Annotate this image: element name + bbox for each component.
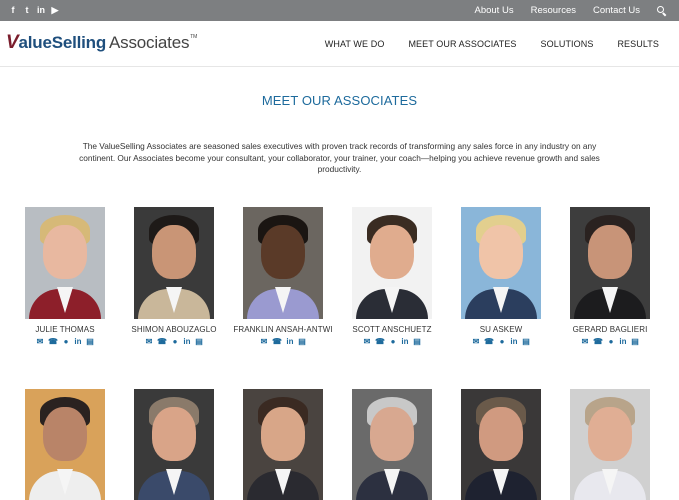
linkedin-icon[interactable]: in: [401, 337, 409, 346]
linkedin-icon[interactable]: in: [37, 4, 45, 16]
nav-solutions[interactable]: SOLUTIONS: [541, 39, 594, 49]
page-title: MEET OUR ASSOCIATES: [261, 93, 418, 108]
pdf-icon[interactable]: ▤: [298, 337, 306, 346]
linkedin-icon[interactable]: in: [183, 337, 191, 346]
linkedin-icon[interactable]: in: [286, 337, 294, 346]
resources-link[interactable]: Resources: [531, 5, 576, 16]
pdf-icon[interactable]: ▤: [86, 337, 94, 346]
social-links: f t in ▶: [9, 4, 59, 16]
contact-icons: ✉ ☎ ● in ▤: [114, 337, 234, 346]
phone-icon[interactable]: ☎: [272, 337, 282, 346]
site-header: ValueSelling Associates TM WHAT WE DO MEET…: [0, 21, 679, 67]
logo-associates: Associates: [109, 33, 190, 52]
phone-icon[interactable]: ☎: [375, 337, 385, 346]
associate-name: SCOTT ANSCHUETZ: [352, 325, 432, 334]
nav-results[interactable]: RESULTS: [617, 39, 659, 49]
contact-icons: ✉ ☎ ● in ▤: [550, 337, 670, 346]
associate-photo[interactable]: [352, 389, 432, 500]
associate-photo[interactable]: [25, 207, 105, 319]
about-us-link[interactable]: About Us: [475, 5, 514, 16]
contact-icons: ✉ ☎ ● in ▤: [441, 337, 561, 346]
associate-name: JULIE THOMAS: [35, 325, 95, 334]
associate-photo[interactable]: [134, 389, 214, 500]
globe-icon[interactable]: ●: [62, 337, 70, 346]
nav-meet-our-associates[interactable]: MEET OUR ASSOCIATES: [408, 39, 516, 49]
pdf-icon[interactable]: ▤: [413, 337, 421, 346]
phone-icon[interactable]: ☎: [48, 337, 58, 346]
associate-photo[interactable]: [461, 389, 541, 500]
associate-photo[interactable]: [243, 389, 323, 500]
pdf-icon[interactable]: ▤: [195, 337, 203, 346]
contact-icons: ✉ ☎ ● in ▤: [5, 337, 125, 346]
top-links: About Us Resources Contact Us: [475, 0, 679, 21]
nav-what-we-do[interactable]: WHAT WE DO: [325, 39, 385, 49]
contact-icons: ✉ ☎ in ▤: [223, 337, 343, 346]
email-icon[interactable]: ✉: [260, 337, 268, 346]
email-icon[interactable]: ✉: [363, 337, 371, 346]
associate-photo[interactable]: [461, 207, 541, 319]
youtube-icon[interactable]: ▶: [51, 4, 59, 16]
logo-valueselling: alueSelling: [18, 33, 107, 52]
pdf-icon[interactable]: ▤: [522, 337, 530, 346]
email-icon[interactable]: ✉: [472, 337, 480, 346]
linkedin-icon[interactable]: in: [510, 337, 518, 346]
associate-photo[interactable]: [25, 389, 105, 500]
globe-icon[interactable]: ●: [389, 337, 397, 346]
email-icon[interactable]: ✉: [145, 337, 153, 346]
email-icon[interactable]: ✉: [581, 337, 589, 346]
contact-icons: ✉ ☎ ● in ▤: [332, 337, 452, 346]
logo-trademark: TM: [190, 34, 198, 40]
linkedin-icon[interactable]: in: [74, 337, 82, 346]
associate-name: GERARD BAGLIERI: [572, 325, 648, 334]
twitter-icon[interactable]: t: [23, 4, 31, 16]
associate-photo[interactable]: [570, 207, 650, 319]
main-nav: WHAT WE DO MEET OUR ASSOCIATES SOLUTIONS…: [325, 21, 659, 67]
associate-photo[interactable]: [134, 207, 214, 319]
associate-photo[interactable]: [570, 389, 650, 500]
phone-icon[interactable]: ☎: [484, 337, 494, 346]
search-icon[interactable]: [657, 5, 667, 16]
facebook-icon[interactable]: f: [9, 4, 17, 16]
globe-icon[interactable]: ●: [498, 337, 506, 346]
phone-icon[interactable]: ☎: [593, 337, 603, 346]
logo-v: V: [6, 32, 19, 53]
valueselling-logo[interactable]: ValueSelling Associates TM: [6, 33, 197, 53]
associate-name: FRANKLIN ANSAH-ANTWI: [233, 325, 333, 334]
linkedin-icon[interactable]: in: [619, 337, 627, 346]
contact-us-link[interactable]: Contact Us: [593, 5, 640, 16]
pdf-icon[interactable]: ▤: [631, 337, 639, 346]
globe-icon[interactable]: ●: [171, 337, 179, 346]
associate-name: SHIMON ABOUZAGLO: [131, 325, 217, 334]
globe-icon[interactable]: ●: [607, 337, 615, 346]
top-utility-bar: f t in ▶ About Us Resources Contact Us: [0, 0, 679, 21]
associate-photo[interactable]: [243, 207, 323, 319]
phone-icon[interactable]: ☎: [157, 337, 167, 346]
email-icon[interactable]: ✉: [36, 337, 44, 346]
intro-paragraph: The ValueSelling Associates are seasoned…: [79, 141, 600, 174]
associate-photo[interactable]: [352, 207, 432, 319]
associate-name: SU ASKEW: [479, 325, 523, 334]
